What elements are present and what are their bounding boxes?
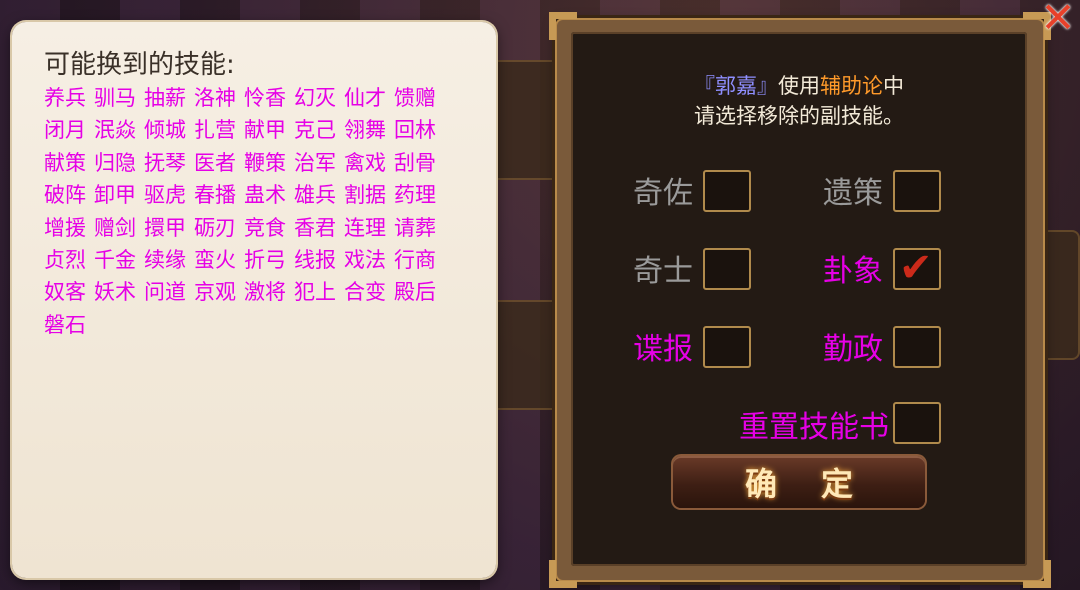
skill-item: 激将 xyxy=(244,280,286,305)
skill-item: 雄兵 xyxy=(294,183,336,208)
skill-item: 刮骨 xyxy=(394,150,436,175)
skill-item: 翎舞 xyxy=(344,118,386,143)
option-checkbox-diebao[interactable] xyxy=(703,326,751,368)
dialog-body: 『郭嘉』使用辅助论中 请选择移除的副技能。 奇佐 遗策 奇士 卦象 ✔ 谍报 勤… xyxy=(571,32,1027,566)
skill-item: 线报 xyxy=(294,248,336,273)
skill-item: 馈赠 xyxy=(394,86,436,110)
option-label: 奇佐 xyxy=(633,176,693,211)
skill-item: 抚琴 xyxy=(144,150,186,175)
option-checkbox-qishi[interactable] xyxy=(703,248,751,290)
option-label: 勤政 xyxy=(823,332,883,367)
skill-item: 问道 xyxy=(144,280,186,305)
skill-item: 治军 xyxy=(294,150,336,175)
skill-item: 仙才 xyxy=(344,86,386,110)
skill-item: 京观 xyxy=(194,280,236,305)
skill-item: 幻灭 xyxy=(294,86,336,110)
skill-item: 驯马 xyxy=(94,86,136,110)
skill-item: 连理 xyxy=(344,215,386,240)
skill-item: 克己 xyxy=(294,118,336,143)
skill-item: 鞭策 xyxy=(244,150,286,175)
background-card xyxy=(485,300,565,410)
use-text: 使用 xyxy=(778,74,820,98)
skill-item: 千金 xyxy=(94,248,136,273)
confirm-button[interactable]: 确定 xyxy=(673,456,925,508)
skill-item: 妖术 xyxy=(94,280,136,305)
skill-item: 洛神 xyxy=(194,86,236,110)
skill-item: 合变 xyxy=(344,280,386,305)
dialog-instruction: 请选择移除的副技能。 xyxy=(694,104,904,128)
skill-item: 犯上 xyxy=(294,280,336,305)
skill-item: 抽薪 xyxy=(144,86,186,110)
option-checkbox-qizuo[interactable] xyxy=(703,170,751,212)
option-label: 奇士 xyxy=(633,254,693,289)
skill-item: 擐甲 xyxy=(144,215,186,240)
skill-item: 殿后 xyxy=(394,280,436,305)
remove-skill-dialog: 『郭嘉』使用辅助论中 请选择移除的副技能。 奇佐 遗策 奇士 卦象 ✔ 谍报 勤… xyxy=(549,12,1051,588)
skill-item: 割据 xyxy=(344,183,386,208)
option-checkbox-guaxiang[interactable]: ✔ xyxy=(893,245,941,291)
skill-item: 砺刃 xyxy=(194,215,236,240)
option-label: 谍报 xyxy=(633,332,693,367)
checkmark-icon: ✔ xyxy=(899,245,933,291)
skill-item: 蛮火 xyxy=(194,248,236,273)
skill-item: 行商 xyxy=(394,248,436,273)
skill-item: 奴客 xyxy=(44,280,86,305)
skill-item: 泯焱 xyxy=(94,118,136,143)
skill-item: 贞烈 xyxy=(44,248,86,273)
option-label: 遗策 xyxy=(823,176,883,211)
skill-item: 春播 xyxy=(194,183,236,208)
skill-item: 怜香 xyxy=(244,86,286,110)
possible-skills-title: 可能换到的技能: xyxy=(44,50,235,80)
hero-name: 『郭嘉』 xyxy=(694,74,778,98)
skill-item: 续缘 xyxy=(144,248,186,273)
possible-skills-panel: 可能换到的技能: 养兵 驯马 抽薪 洛神 怜香 幻灭 仙才 馈赠闭月 泯焱 倾城 扎营 献甲 克己 翎舞回… xyxy=(12,22,496,578)
option-checkbox-qinzheng[interactable] xyxy=(893,326,941,368)
skill-item: 增援 xyxy=(44,215,86,240)
skill-item: 扎营 xyxy=(194,118,236,143)
skill-item: 医者 xyxy=(194,150,236,175)
skill-item: 归隐 xyxy=(94,150,136,175)
option-checkbox-reset-skillbook[interactable] xyxy=(893,402,941,444)
skill-item: 驱虎 xyxy=(144,183,186,208)
skill-item: 献甲 xyxy=(244,118,286,143)
skill-list: 养兵 驯马 抽薪 洛神 怜香 幻灭 仙才 馈赠闭月 泯焱 倾城 扎营 献甲 克己 翎舞 回林献策 归隐 抚琴 医者… xyxy=(44,82,464,341)
item-name: 辅助论 xyxy=(820,74,883,98)
skill-item: 香君 xyxy=(294,215,336,240)
skill-item: 竞食 xyxy=(244,215,286,240)
skill-item: 献策 xyxy=(44,150,86,175)
close-icon: ✕ xyxy=(1040,0,1076,42)
skill-item: 药理 xyxy=(394,183,436,208)
skill-item: 闭月 xyxy=(44,118,86,143)
option-checkbox-yice[interactable] xyxy=(893,170,941,212)
skill-item: 倾城 xyxy=(144,118,186,143)
skill-item: 折弓 xyxy=(244,248,286,273)
skill-item: 禽戏 xyxy=(344,150,386,175)
skill-item: 养兵 xyxy=(44,86,86,110)
option-label: 重置技能书 xyxy=(739,410,889,445)
option-label: 卦象 xyxy=(823,254,883,289)
close-button[interactable]: ✕ xyxy=(1036,0,1080,40)
dialog-message: 『郭嘉』使用辅助论中 xyxy=(571,70,1027,100)
skill-item: 回林 xyxy=(394,118,436,143)
skill-item: 戏法 xyxy=(344,248,386,273)
middle-text: 中 xyxy=(883,74,904,98)
skill-item: 赠剑 xyxy=(94,215,136,240)
frame-corner xyxy=(1023,560,1051,588)
skill-item: 请葬 xyxy=(394,215,436,240)
skill-item: 破阵 xyxy=(44,183,86,208)
confirm-label: 确定 xyxy=(744,465,897,503)
skill-item: 蛊术 xyxy=(244,183,286,208)
skill-item: 磐石 xyxy=(44,312,86,337)
skill-item: 卸甲 xyxy=(94,183,136,208)
